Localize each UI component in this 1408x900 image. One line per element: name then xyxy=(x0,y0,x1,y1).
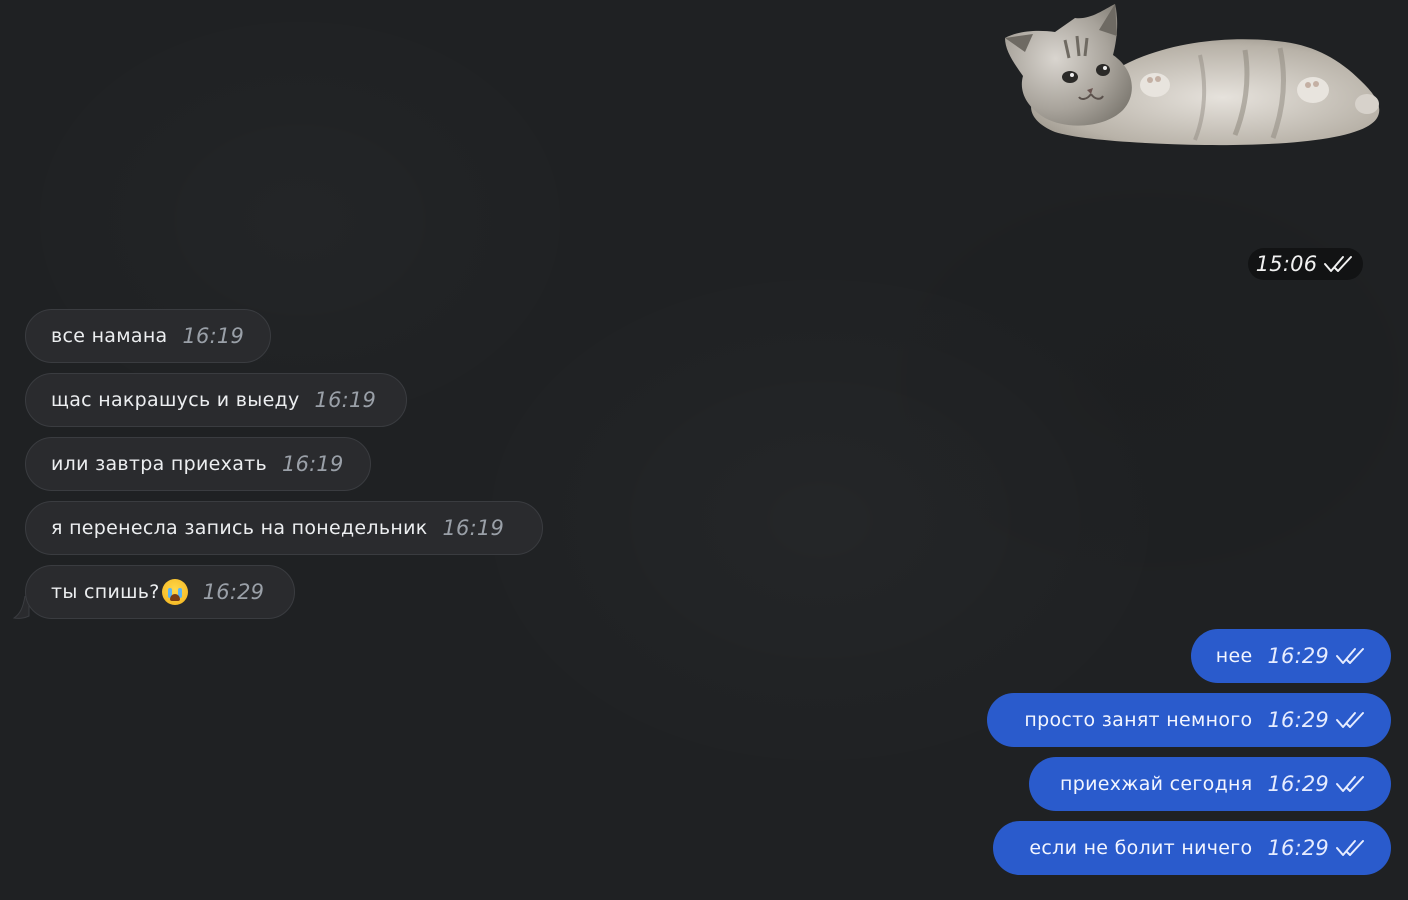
read-checkmarks-icon xyxy=(1323,254,1355,274)
message-text: ты спишь? xyxy=(51,581,160,603)
message-text: нее xyxy=(1215,645,1253,667)
incoming-message[interactable]: щас накрашусь и выеду 16:19 xyxy=(25,373,407,427)
incoming-message[interactable]: я перенесла запись на понедельник 16:19 xyxy=(25,501,543,555)
message-text: все намана xyxy=(51,325,168,347)
message-time: 15:06 xyxy=(1255,252,1318,276)
message-time: 16:29 xyxy=(1267,772,1329,796)
message-time: 16:29 xyxy=(1267,836,1329,860)
crying-face-icon xyxy=(161,579,188,605)
message-text: я перенесла запись на понедельник xyxy=(51,517,428,539)
message-text: или завтра приехать xyxy=(51,453,268,475)
message-time: 16:19 xyxy=(442,516,505,540)
message-time: 16:29 xyxy=(202,580,265,604)
incoming-message[interactable]: все намана 16:19 xyxy=(25,309,271,363)
message-time: 16:19 xyxy=(182,324,245,348)
message-time: 16:29 xyxy=(1267,708,1329,732)
kitten-sticker-icon xyxy=(1005,4,1380,146)
read-checkmarks-icon xyxy=(1335,838,1367,858)
outgoing-message[interactable]: просто занят немного 16:29 xyxy=(987,693,1391,747)
message-time: 16:19 xyxy=(282,452,344,476)
incoming-message[interactable]: ты спишь? 16:29 xyxy=(25,565,295,619)
message-time: 16:29 xyxy=(1267,644,1329,668)
message-text: если не болит ничего xyxy=(1029,837,1253,859)
message-text: приехжай сегодня xyxy=(1060,773,1253,795)
read-checkmarks-icon xyxy=(1335,710,1367,730)
read-checkmarks-icon xyxy=(1335,774,1367,794)
message-time: 16:19 xyxy=(314,388,377,412)
sticker-timestamp: 15:06 xyxy=(1248,248,1363,280)
outgoing-message[interactable]: если не болит ничего 16:29 xyxy=(993,821,1391,875)
outgoing-message[interactable]: приехжай сегодня 16:29 xyxy=(1029,757,1391,811)
message-text: просто занят немного xyxy=(1024,709,1253,731)
incoming-message[interactable]: или завтра приехать 16:19 xyxy=(25,437,371,491)
outgoing-message[interactable]: нее 16:29 xyxy=(1191,629,1391,683)
chat-area: 15:06 все намана 16:19 щас накрашусь и в… xyxy=(0,0,1408,900)
sticker-message[interactable] xyxy=(995,0,1395,164)
message-text: щас накрашусь и выеду xyxy=(51,389,300,411)
read-checkmarks-icon xyxy=(1335,646,1367,666)
